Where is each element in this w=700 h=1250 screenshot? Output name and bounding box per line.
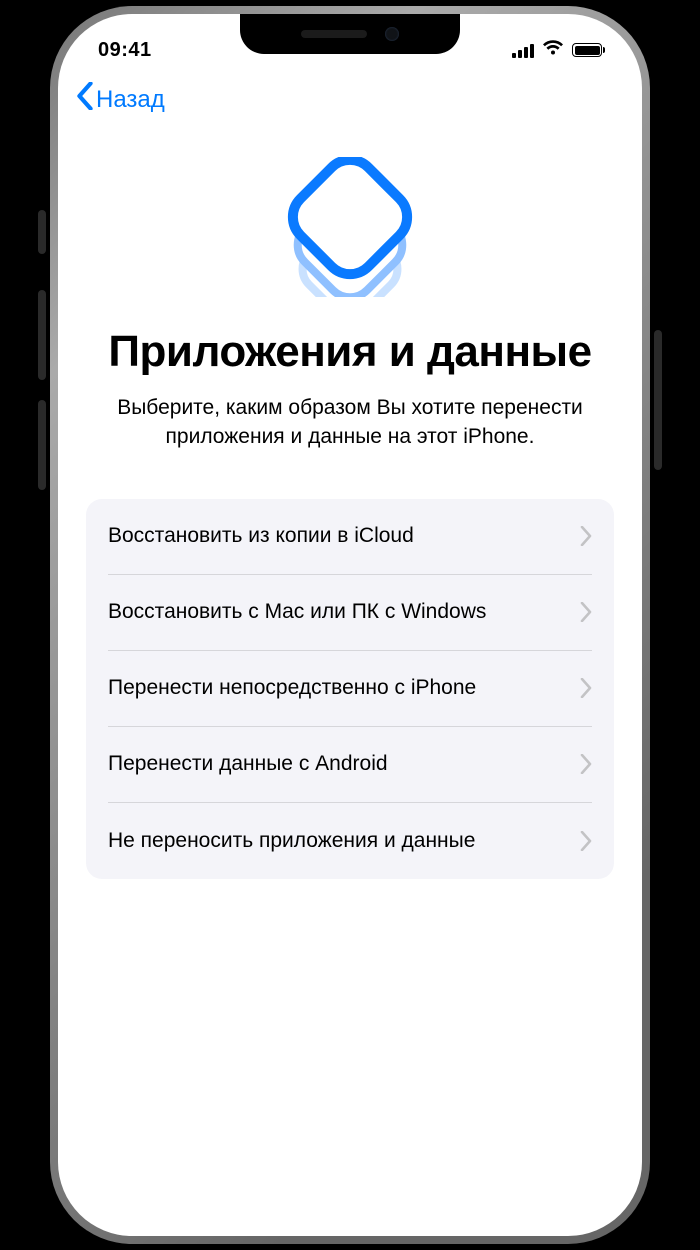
power-button[interactable] [654, 330, 662, 470]
battery-icon [572, 43, 602, 57]
option-move-android[interactable]: Перенести данные с Android [108, 727, 592, 803]
content: Приложения и данные Выберите, каким обра… [58, 117, 642, 879]
cellular-signal-icon [512, 43, 534, 58]
chevron-right-icon [580, 754, 592, 774]
status-time: 09:41 [98, 39, 152, 62]
notch [240, 14, 460, 54]
option-label: Не переносить приложения и данные [108, 828, 475, 854]
wifi-icon [542, 40, 564, 61]
chevron-right-icon [580, 831, 592, 851]
back-button[interactable]: Назад [76, 82, 165, 117]
chevron-right-icon [580, 678, 592, 698]
page-subtitle: Выберите, каким образом Вы хотите перене… [86, 394, 614, 451]
speaker-grille [301, 30, 367, 38]
phone-frame: 09:41 Назад [44, 0, 656, 1250]
option-label: Перенести данные с Android [108, 751, 388, 777]
nav-bar: Назад [58, 74, 642, 117]
screen: 09:41 Назад [58, 14, 642, 1236]
chevron-left-icon [76, 82, 94, 117]
chevron-right-icon [580, 526, 592, 546]
volume-up-button[interactable] [38, 290, 46, 380]
option-label: Перенести непосредственно с iPhone [108, 675, 476, 701]
status-indicators [512, 40, 602, 61]
option-label: Восстановить с Mac или ПК с Windows [108, 599, 486, 625]
option-transfer-iphone[interactable]: Перенести непосредственно с iPhone [108, 651, 592, 727]
option-restore-mac-pc[interactable]: Восстановить с Mac или ПК с Windows [108, 575, 592, 651]
option-dont-transfer[interactable]: Не переносить приложения и данные [108, 803, 592, 879]
mute-switch[interactable] [38, 210, 46, 254]
apps-data-icon [86, 157, 614, 297]
page-title: Приложения и данные [86, 327, 614, 376]
chevron-right-icon [580, 602, 592, 622]
front-camera [385, 27, 399, 41]
back-label: Назад [96, 86, 165, 114]
options-list: Восстановить из копии в iCloud Восстанов… [86, 499, 614, 879]
option-label: Восстановить из копии в iCloud [108, 523, 414, 549]
volume-down-button[interactable] [38, 400, 46, 490]
option-restore-icloud[interactable]: Восстановить из копии в iCloud [108, 499, 592, 575]
